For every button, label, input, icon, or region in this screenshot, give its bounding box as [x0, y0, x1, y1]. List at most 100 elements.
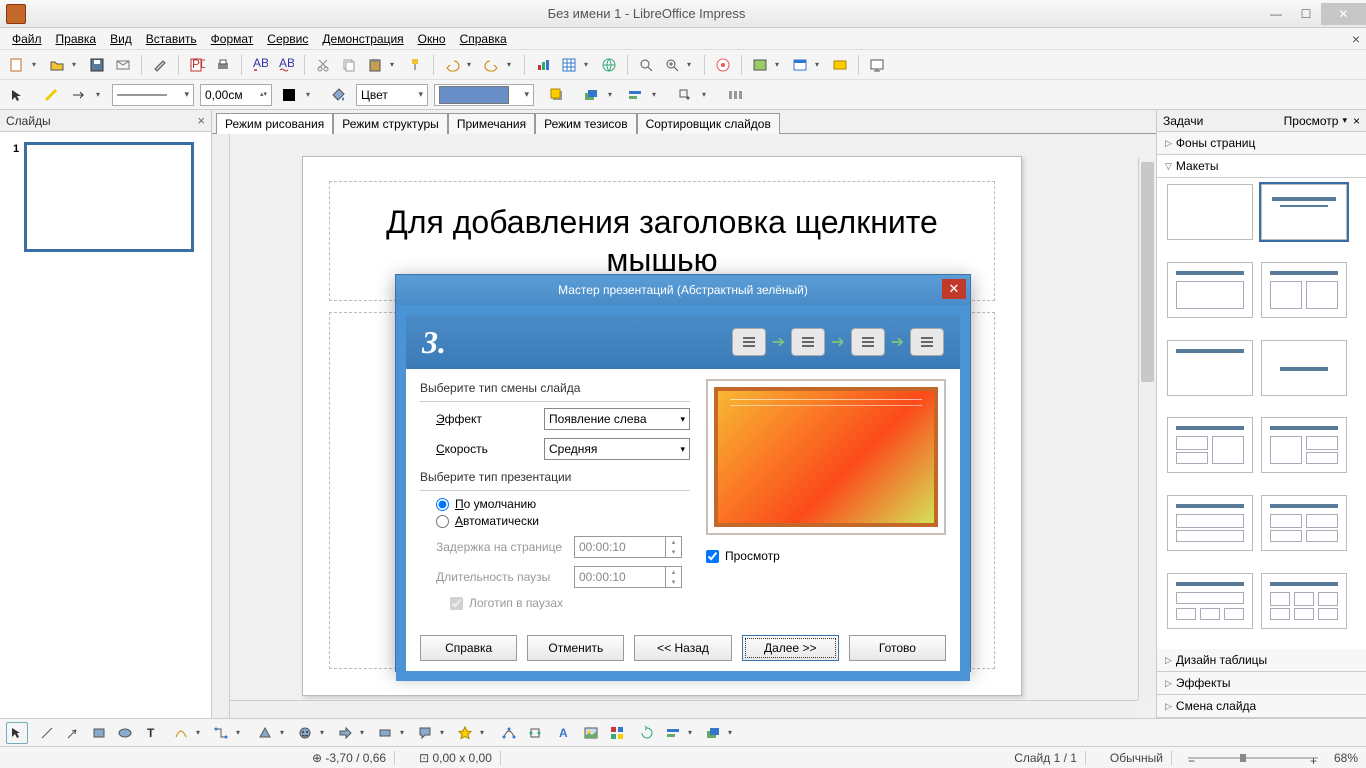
stars-icon[interactable] — [454, 722, 476, 744]
task-panel-view-dropdown-icon[interactable]: ▾ — [1342, 115, 1347, 126]
gluepoint-icon[interactable] — [524, 722, 546, 744]
layout-thumb-title-only[interactable] — [1167, 340, 1253, 396]
radio-default[interactable]: По умолчанию — [436, 497, 690, 511]
symbol-shapes-icon[interactable] — [294, 722, 316, 744]
tab-outline[interactable]: Режим структуры — [333, 113, 448, 134]
undo-icon[interactable] — [441, 54, 463, 76]
shadow-icon[interactable] — [546, 84, 568, 106]
stars-dropdown[interactable]: ▾ — [480, 728, 490, 737]
paste-dropdown[interactable]: ▾ — [390, 60, 400, 69]
zoom-dropdown[interactable]: ▾ — [687, 60, 697, 69]
zoom-slider[interactable]: − + — [1188, 752, 1318, 764]
flowchart-icon[interactable] — [374, 722, 396, 744]
menu-tools[interactable]: Сервис — [261, 30, 314, 48]
copy-icon[interactable] — [338, 54, 360, 76]
window-close-button[interactable]: ✕ — [1321, 3, 1366, 25]
layout-thumb-2x2-b[interactable] — [1261, 417, 1347, 473]
block-arrows-dropdown[interactable]: ▾ — [360, 728, 370, 737]
fill-icon[interactable] — [328, 84, 350, 106]
paste-icon[interactable] — [364, 54, 386, 76]
task-section-tabledesign[interactable]: ▷Дизайн таблицы — [1157, 649, 1366, 672]
layout-thumb-title[interactable] — [1261, 184, 1347, 240]
slide-panel-close-icon[interactable]: × — [197, 113, 205, 128]
ellipse-tool-icon[interactable] — [114, 722, 136, 744]
arrange-icon[interactable] — [580, 84, 602, 106]
layout-thumb-title-2content[interactable] — [1261, 262, 1347, 318]
line-tool-icon[interactable] — [36, 722, 58, 744]
tab-drawing[interactable]: Режим рисования — [216, 113, 333, 134]
hyperlink-icon[interactable] — [598, 54, 620, 76]
symbol-shapes-dropdown[interactable]: ▾ — [320, 728, 330, 737]
table-icon[interactable] — [558, 54, 580, 76]
menu-insert[interactable]: Вставить — [140, 30, 203, 48]
menu-file[interactable]: Файл — [6, 30, 48, 48]
finish-button[interactable]: Готово — [849, 635, 946, 661]
basic-shapes-dropdown[interactable]: ▾ — [280, 728, 290, 737]
pdf-icon[interactable]: PDF — [186, 54, 208, 76]
back-button[interactable]: << Назад — [634, 635, 731, 661]
presentation-icon[interactable] — [866, 54, 888, 76]
arrow-tool-icon[interactable] — [62, 722, 84, 744]
arrange-dropdown[interactable]: ▾ — [608, 90, 618, 99]
connector-dropdown[interactable]: ▾ — [236, 728, 246, 737]
email-icon[interactable] — [112, 54, 134, 76]
tab-sorter[interactable]: Сортировщик слайдов — [637, 113, 780, 134]
align-tool-dropdown[interactable]: ▾ — [688, 728, 698, 737]
from-file-icon[interactable] — [580, 722, 602, 744]
block-arrows-icon[interactable] — [334, 722, 356, 744]
minimize-button[interactable]: — — [1261, 3, 1291, 25]
text-tool-icon[interactable]: T — [140, 722, 162, 744]
dialog-close-button[interactable]: ✕ — [942, 279, 966, 299]
undo-dropdown[interactable]: ▾ — [467, 60, 477, 69]
menu-edit[interactable]: Правка — [50, 30, 103, 48]
next-button[interactable]: Далее >> — [742, 635, 839, 661]
task-section-masterpages[interactable]: ▷Фоны страниц — [1157, 132, 1366, 155]
layout-thumb-4content[interactable] — [1261, 495, 1347, 551]
arrow-style-icon[interactable] — [68, 84, 90, 106]
spellcheck-icon[interactable]: ABC — [249, 54, 271, 76]
scrollbar-vertical[interactable] — [1138, 158, 1156, 700]
line-color-icon[interactable] — [40, 84, 62, 106]
line-width-combo[interactable]: 0,00см▴▾ — [200, 84, 272, 106]
arrange-tool-dropdown[interactable]: ▾ — [728, 728, 738, 737]
gallery-icon[interactable] — [749, 54, 771, 76]
layout-thumb-2x2-a[interactable] — [1167, 417, 1253, 473]
position-icon[interactable] — [674, 84, 696, 106]
line-color-dropdown-icon[interactable] — [278, 84, 300, 106]
radio-default-input[interactable] — [436, 498, 449, 511]
layout-thumb-3col[interactable] — [1167, 573, 1253, 629]
edit-icon[interactable] — [149, 54, 171, 76]
gallery2-icon[interactable] — [606, 722, 628, 744]
callouts-icon[interactable] — [414, 722, 436, 744]
layout-thumb-blank[interactable] — [1167, 184, 1253, 240]
open-dropdown[interactable]: ▾ — [72, 60, 82, 69]
dialog-titlebar[interactable]: Мастер презентаций (Абстрактный зелёный)… — [396, 275, 970, 305]
zoom-icon[interactable] — [661, 54, 683, 76]
arrow-select-icon[interactable] — [6, 84, 28, 106]
slide-design-dropdown[interactable]: ▾ — [815, 60, 825, 69]
callouts-dropdown[interactable]: ▾ — [440, 728, 450, 737]
cut-icon[interactable] — [312, 54, 334, 76]
curve-tool-icon[interactable] — [170, 722, 192, 744]
flowchart-dropdown[interactable]: ▾ — [400, 728, 410, 737]
connector-tool-icon[interactable] — [210, 722, 232, 744]
select-tool-icon[interactable] — [6, 722, 28, 744]
layout-thumb-title-content[interactable] — [1167, 262, 1253, 318]
line-style-combo[interactable]: ▾ — [112, 84, 194, 106]
redo-dropdown[interactable]: ▾ — [507, 60, 517, 69]
save-icon[interactable] — [86, 54, 108, 76]
basic-shapes-icon[interactable] — [254, 722, 276, 744]
fill-color-combo[interactable]: ▾ — [434, 84, 534, 106]
speed-select[interactable]: Средняя▾ — [544, 438, 690, 460]
rotate-tool-icon[interactable] — [636, 722, 658, 744]
menu-help[interactable]: Справка — [454, 30, 513, 48]
document-close-icon[interactable]: × — [1352, 31, 1360, 47]
arrow-style-dropdown[interactable]: ▾ — [96, 90, 106, 99]
autospell-icon[interactable]: ABC — [275, 54, 297, 76]
curve-dropdown[interactable]: ▾ — [196, 728, 206, 737]
menu-format[interactable]: Формат — [205, 30, 260, 48]
task-panel-close-icon[interactable]: × — [1353, 114, 1360, 128]
help-button[interactable]: Справка — [420, 635, 517, 661]
preview-checkbox[interactable] — [706, 550, 719, 563]
task-section-transition[interactable]: ▷Смена слайда — [1157, 695, 1366, 718]
